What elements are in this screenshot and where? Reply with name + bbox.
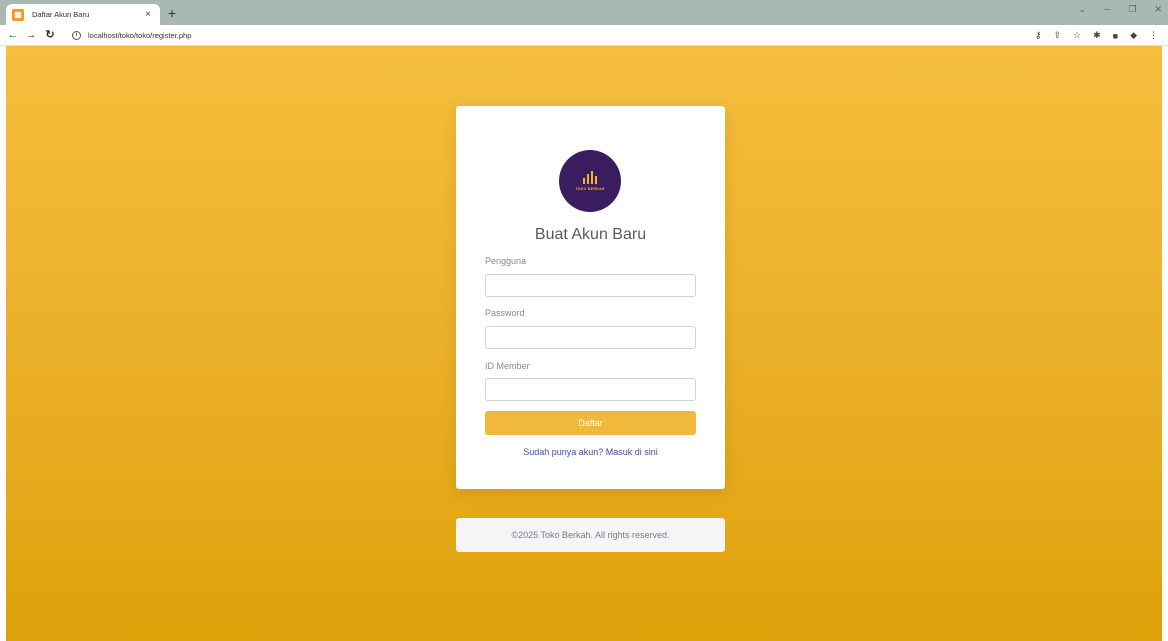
close-window-icon[interactable]: ✕ <box>1154 4 1162 15</box>
toolbar-actions: ⚷ ⇪ ☆ ✱ ■ ◆ ⋮ <box>1035 28 1158 43</box>
register-card: TOKO BERKAH Buat Akun Baru Pengguna Pass… <box>456 106 725 489</box>
logo: TOKO BERKAH <box>559 150 621 212</box>
footer: ©2025 Toko Berkah. All rights reserved. <box>456 518 725 552</box>
menu-icon[interactable]: ⋮ <box>1149 30 1158 41</box>
register-button[interactable]: Daftar <box>485 411 696 435</box>
tab-strip: ▣ Daftar Akun Baru × + ⌄ ─ ❐ ✕ <box>0 0 1168 25</box>
username-label: Pengguna <box>485 256 527 266</box>
member-id-field[interactable] <box>485 378 696 401</box>
logo-icon <box>583 171 597 184</box>
back-icon[interactable]: ← <box>6 28 20 42</box>
password-label: Password <box>485 308 525 318</box>
share-icon[interactable]: ⇪ <box>1053 30 1061 41</box>
tab-close-icon[interactable]: × <box>142 9 154 20</box>
star-icon[interactable]: ☆ <box>1073 30 1081 41</box>
tab-search-icon[interactable]: ⌄ <box>1078 4 1086 15</box>
page-title: Buat Akun Baru <box>534 226 647 243</box>
forward-icon[interactable]: → <box>24 28 38 42</box>
address-bar[interactable]: i localhost/toko/toko/register.php ⚷ ⇪ ☆… <box>72 28 1162 43</box>
copyright-text: ©2025 Toko Berkah. All rights reserved. <box>511 530 670 540</box>
window-controls: ⌄ ─ ❐ ✕ <box>1078 4 1162 15</box>
login-link[interactable]: Sudah punya akun? Masuk di sini <box>456 447 725 457</box>
logo-text: TOKO BERKAH <box>575 187 605 191</box>
minimize-icon[interactable]: ─ <box>1104 4 1110 15</box>
key-icon[interactable]: ⚷ <box>1035 30 1042 41</box>
page-background: TOKO BERKAH Buat Akun Baru Pengguna Pass… <box>6 46 1162 641</box>
url-text[interactable]: localhost/toko/toko/register.php <box>88 31 191 40</box>
profile-icon[interactable]: ◆ <box>1130 30 1137 41</box>
member-id-label: ID Member <box>485 361 530 371</box>
username-field[interactable] <box>485 274 696 297</box>
extensions-icon[interactable]: ✱ <box>1093 30 1101 41</box>
browser-tab[interactable]: ▣ Daftar Akun Baru × <box>6 4 160 25</box>
restore-icon[interactable]: ❐ <box>1128 4 1136 15</box>
password-field[interactable] <box>485 326 696 349</box>
tab-title: Daftar Akun Baru <box>32 10 90 19</box>
new-tab-button[interactable]: + <box>164 5 180 21</box>
info-icon[interactable]: i <box>72 31 81 40</box>
browser-toolbar: ← → ↻ i localhost/toko/toko/register.php… <box>0 25 1168 46</box>
sidepanel-icon[interactable]: ■ <box>1113 31 1118 41</box>
favicon-icon: ▣ <box>12 8 24 21</box>
reload-icon[interactable]: ↻ <box>43 28 57 42</box>
